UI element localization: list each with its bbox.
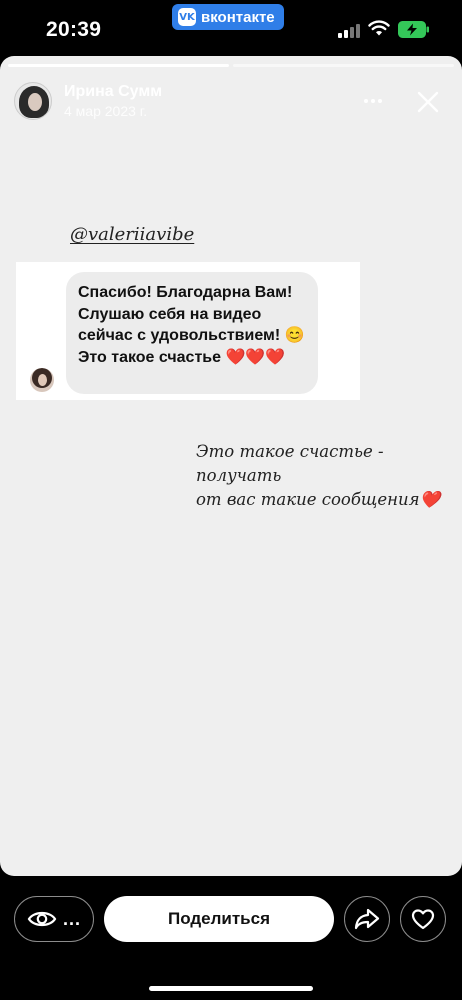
like-button[interactable]	[400, 896, 446, 942]
battery-charging-icon	[398, 21, 429, 38]
sender-avatar	[30, 368, 54, 392]
eye-icon	[27, 911, 57, 927]
caption-line: Это такое счастье -	[196, 442, 384, 461]
views-button[interactable]: ...	[14, 896, 94, 942]
author-avatar[interactable]	[14, 82, 52, 120]
return-to-app-pill[interactable]: VK вконтакте	[172, 4, 284, 30]
app-pill-label: вконтакте	[201, 8, 275, 26]
story-progress-segment	[8, 64, 229, 67]
vk-logo-icon: VK	[178, 8, 196, 26]
share-button[interactable]: Поделиться	[104, 896, 334, 942]
mention-link[interactable]: @valeriiavibe	[70, 224, 194, 245]
cellular-signal-icon	[338, 22, 360, 38]
message-bubble: Спасибо! Благодарна Вам! Слушаю себя на …	[66, 272, 318, 394]
forward-arrow-icon	[354, 908, 380, 930]
author-name[interactable]: Ирина Сумм	[64, 83, 162, 101]
progress-fill-1	[8, 64, 229, 67]
forward-button[interactable]	[344, 896, 390, 942]
status-time: 20:39	[46, 18, 102, 41]
status-bar: 20:39 VK вконтакте	[0, 0, 462, 56]
message-screenshot: Спасибо! Благодарна Вам! Слушаю себя на …	[16, 262, 360, 400]
story-author[interactable]: Ирина Сумм 4 мар 2023 г.	[14, 82, 162, 120]
story-progress	[8, 64, 454, 67]
views-count: ...	[62, 908, 81, 929]
caption-line: от вас такие сообщения❤️	[196, 490, 441, 509]
heart-icon	[411, 909, 435, 930]
wifi-icon	[368, 20, 390, 36]
more-dots-icon	[364, 99, 368, 103]
caption-line: получать	[196, 466, 282, 485]
story-date: 4 мар 2023 г.	[64, 103, 148, 119]
more-options-button[interactable]	[360, 88, 386, 114]
close-icon[interactable]	[412, 86, 444, 118]
story-view[interactable]: Ирина Сумм 4 мар 2023 г. @valeriiavibe С…	[0, 56, 462, 876]
story-progress-segment	[233, 64, 454, 67]
story-caption: Это такое счастье - получать от вас таки…	[196, 440, 440, 512]
story-action-bar: ... Поделиться	[0, 876, 462, 1000]
home-indicator[interactable]	[149, 986, 313, 991]
